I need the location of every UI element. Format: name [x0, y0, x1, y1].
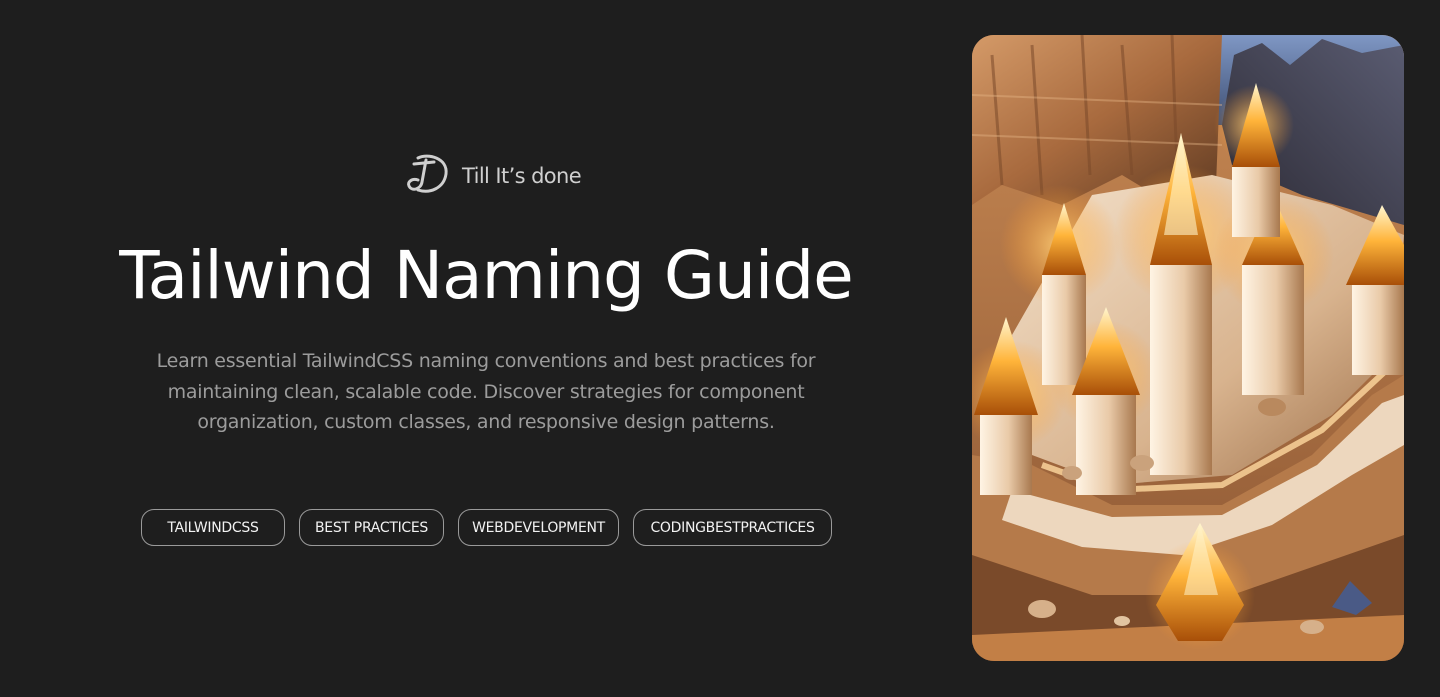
crystal-canyon-illustration	[972, 35, 1404, 661]
hero-image	[972, 35, 1404, 661]
tag-webdevelopment[interactable]: WEBDEVELOPMENT	[458, 509, 619, 546]
page-title: Tailwind Naming Guide	[119, 237, 854, 314]
brand[interactable]: Till It’s done	[404, 152, 582, 198]
td-monogram-logo-icon	[407, 154, 448, 193]
brand-name: Till It’s done	[462, 163, 582, 188]
article-hero-page: Till It’s done Tailwind Naming Guide Lea…	[0, 0, 1440, 697]
hero-text-column: Till It’s done Tailwind Naming Guide Lea…	[0, 0, 972, 697]
page-description: Learn essential TailwindCSS naming conve…	[156, 350, 816, 433]
tag-tailwindcss[interactable]: TAILWINDCSS	[141, 509, 285, 546]
tag-best-practices[interactable]: BEST PRACTICES	[299, 509, 444, 546]
tag-list: TAILWINDCSS BEST PRACTICES WEBDEVELOPMEN…	[141, 509, 832, 546]
tag-codingbestpractices[interactable]: CODINGBESTPRACTICES	[633, 509, 832, 546]
